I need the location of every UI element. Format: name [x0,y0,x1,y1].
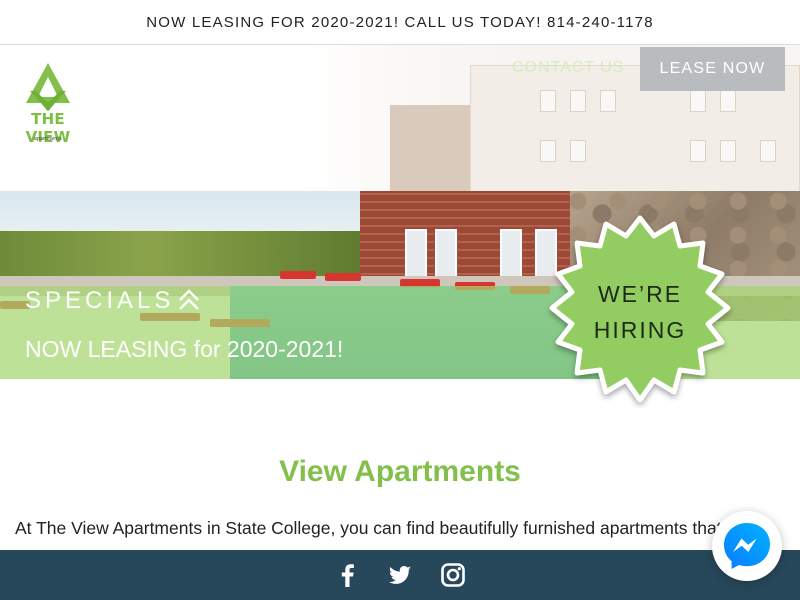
badge-text: WE’RE HIRING [540,276,740,348]
messenger-chat-button[interactable] [712,511,782,581]
site-footer [0,550,800,600]
intro-paragraph: At The View Apartments in State College,… [15,518,722,538]
messenger-icon [724,523,770,569]
instagram-icon[interactable] [440,562,466,588]
announcement-bar: NOW LEASING FOR 2020-2021! CALL US TODAY… [0,0,800,45]
badge-line-2: HIRING [593,317,687,343]
announcement-text: NOW LEASING FOR 2020-2021! CALL US TODAY… [146,13,654,31]
specials-text: NOW LEASING for 2020-2021! [25,336,344,362]
logo-subtext: apartments [33,136,62,142]
badge-line-1: WE’RE [597,281,683,307]
facebook-icon[interactable] [335,562,361,588]
lease-now-button[interactable]: LEASE NOW [640,47,785,91]
site-header: THE VIEW apartments CONTACT US LEASE NOW [0,45,800,191]
twitter-icon[interactable] [387,562,413,588]
specials-heading[interactable]: SPECIALS [25,287,174,315]
double-chevron-up-icon[interactable] [178,288,200,312]
page-title: View Apartments [279,455,521,488]
contact-us-link[interactable]: CONTACT US [512,59,625,77]
